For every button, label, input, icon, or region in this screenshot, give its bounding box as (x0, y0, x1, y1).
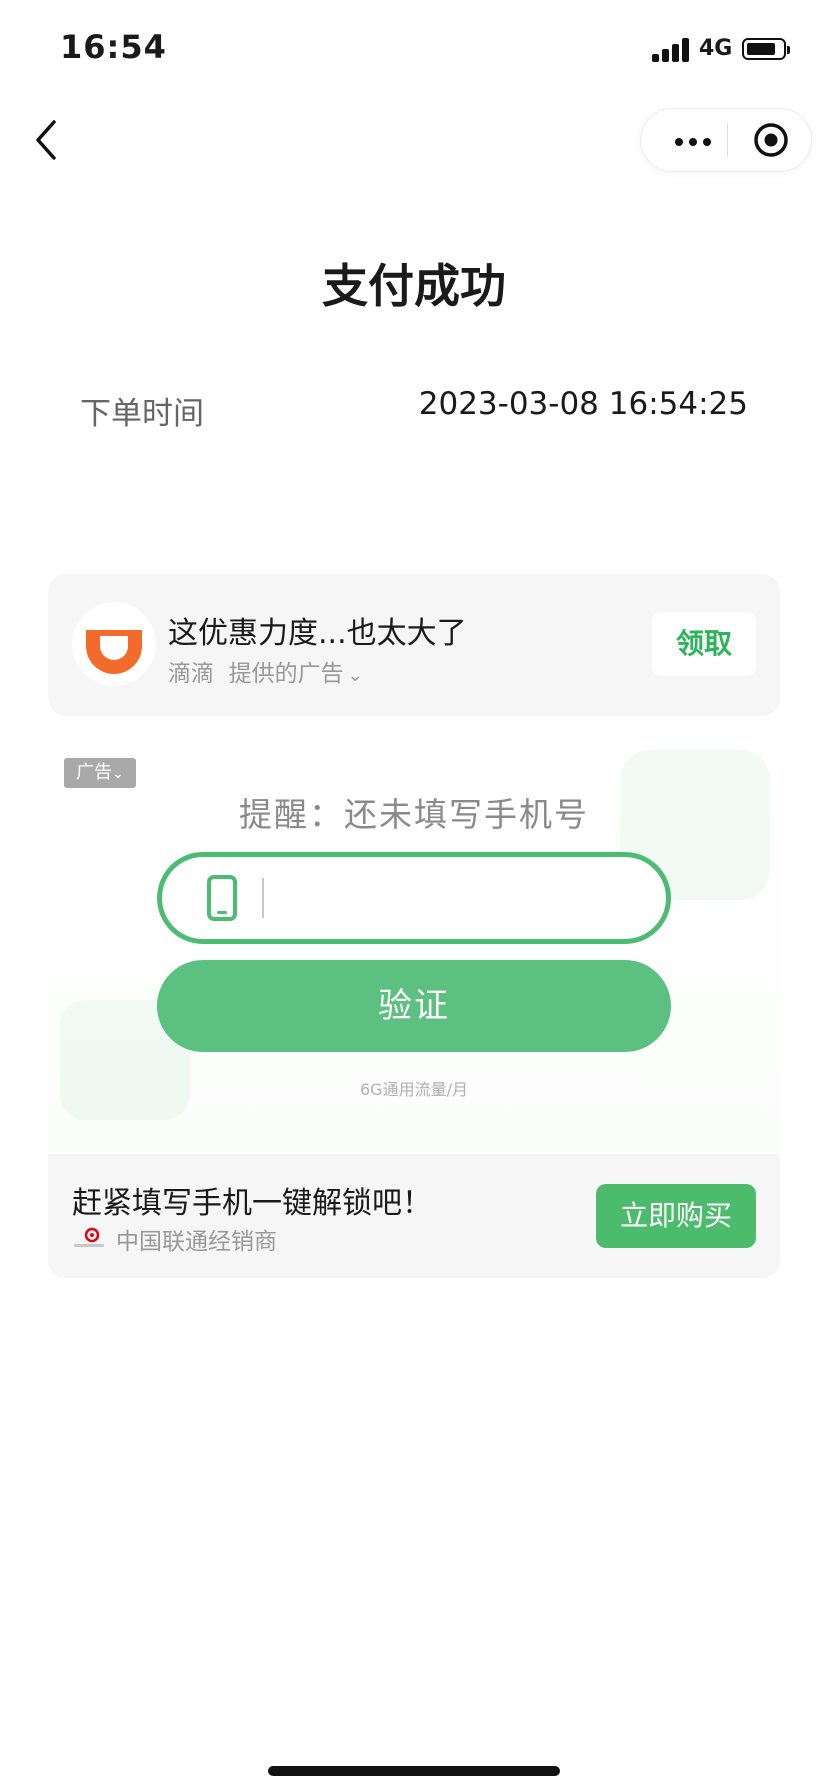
network-type: 4G (699, 36, 733, 61)
signal-icon (652, 38, 692, 62)
chevron-left-icon (36, 120, 56, 160)
more-button[interactable] (663, 109, 727, 171)
reminder-text: 提醒：还未填写手机号 (239, 795, 589, 834)
unicom-logo-icon (72, 1226, 106, 1252)
order-time-value: 2023-03-08 16:54:25 (418, 386, 748, 422)
ad2-sponsor: 中国联通经销商 (116, 1229, 277, 1255)
text-caret (262, 878, 264, 918)
mini-program-capsule (640, 108, 812, 172)
ad-badge[interactable]: 广告⌄ (64, 758, 136, 788)
ad-sponsor[interactable]: 滴滴 提供的广告 ⌄ (168, 654, 363, 688)
back-button[interactable] (30, 118, 66, 162)
verify-button[interactable]: 验证 (157, 960, 671, 1052)
buy-now-button[interactable]: 立即购买 (596, 1184, 756, 1248)
close-mini-program-button[interactable] (753, 122, 789, 158)
chevron-down-icon: ⌄ (347, 665, 363, 686)
ad-provided-label: 提供的广告 (228, 661, 344, 687)
more-dots-icon (675, 138, 683, 146)
home-indicator[interactable] (268, 1766, 560, 1776)
claim-button[interactable]: 领取 (652, 612, 756, 676)
phone-icon (206, 874, 238, 922)
ad2-title: 赶紧填写手机一键解锁吧！ (72, 1186, 432, 1221)
ad-sponsor-name: 滴滴 (168, 661, 214, 687)
status-time: 16:54 (60, 28, 167, 66)
didi-logo-icon (70, 600, 158, 688)
target-icon (754, 123, 788, 157)
capsule-divider (727, 123, 728, 157)
battery-icon (742, 38, 790, 60)
order-time-label: 下单时间 (80, 396, 204, 432)
banner-note: 6G通用流量/月 (360, 1080, 468, 1099)
ad-title: 这优惠力度...也太大了 (168, 616, 467, 651)
page-title: 支付成功 (322, 259, 506, 313)
